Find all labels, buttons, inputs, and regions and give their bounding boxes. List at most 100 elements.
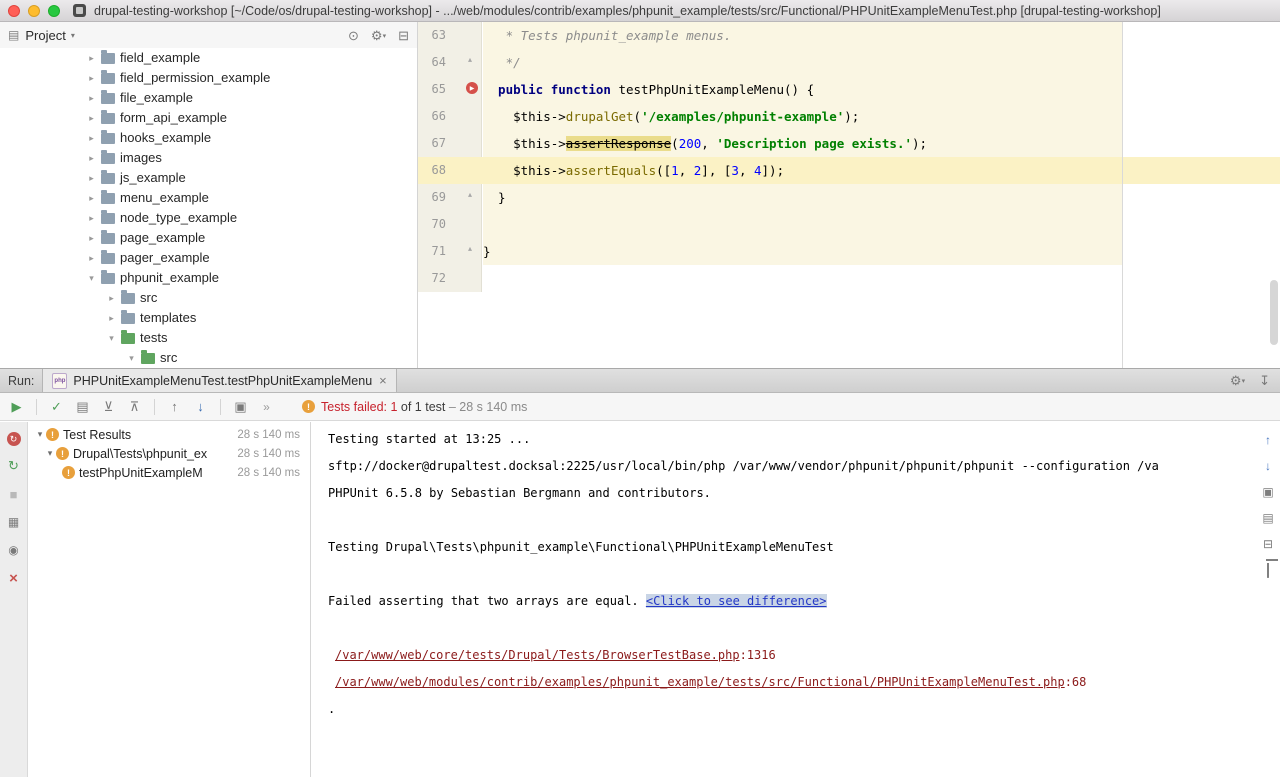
chevron-right-icon[interactable]: ▸: [86, 188, 97, 208]
fold-marker-icon[interactable]: ▴: [468, 190, 472, 199]
stack-trace-link-browsertestbase[interactable]: /var/www/web/core/tests/Drupal/Tests/Bro…: [335, 648, 740, 662]
code-line-64[interactable]: */: [483, 49, 1268, 76]
tree-item-menu-example[interactable]: ▸menu_example: [0, 188, 417, 208]
settings-gear-icon[interactable]: ⚙▾: [1230, 374, 1245, 387]
clear-console-icon[interactable]: [1259, 562, 1277, 578]
code-line-71[interactable]: }: [483, 238, 1268, 265]
chevron-right-icon[interactable]: ▸: [106, 288, 117, 308]
code-line-68[interactable]: $this->assertEquals([1, 2], [3, 4]);: [483, 157, 1268, 184]
line-number[interactable]: 70: [418, 211, 446, 238]
close-tab-icon[interactable]: ×: [379, 373, 387, 388]
line-number[interactable]: 71: [418, 238, 446, 265]
tree-item-js-example[interactable]: ▸js_example: [0, 168, 417, 188]
line-number[interactable]: 66: [418, 103, 446, 130]
chevron-right-icon[interactable]: ▸: [86, 128, 97, 148]
chevron-right-icon[interactable]: ▸: [86, 48, 97, 68]
code-area[interactable]: * Tests phpunit_example menus. */ public…: [483, 22, 1268, 292]
fold-marker-icon[interactable]: ▴: [468, 244, 472, 253]
show-ignored-icon[interactable]: ▤: [74, 400, 91, 413]
code-line-70[interactable]: [483, 211, 1268, 238]
code-line-72[interactable]: [483, 265, 1268, 292]
tree-item-images[interactable]: ▸images: [0, 148, 417, 168]
rerun-failed-tests-icon[interactable]: ↻: [7, 432, 21, 446]
code-line-69[interactable]: }: [483, 184, 1268, 211]
stop-button[interactable]: ■: [6, 486, 22, 502]
line-number[interactable]: 64: [418, 49, 446, 76]
chevron-down-icon[interactable]: ▾: [106, 328, 117, 348]
minimize-window-button[interactable]: [28, 5, 40, 17]
line-number[interactable]: 72: [418, 265, 446, 292]
chevron-down-icon[interactable]: ▾: [126, 348, 137, 368]
code-line-63[interactable]: * Tests phpunit_example menus.: [483, 22, 1268, 49]
chevron-right-icon[interactable]: ▸: [86, 168, 97, 188]
rerun-tests-button[interactable]: ▶: [8, 400, 25, 413]
locate-file-icon[interactable]: ⊙: [348, 29, 359, 42]
fold-marker-icon[interactable]: ▴: [468, 55, 472, 64]
editor-scrollbar[interactable]: [1270, 280, 1278, 345]
chevron-down-icon[interactable]: ▾: [86, 268, 97, 288]
test-history-icon[interactable]: ▣: [232, 400, 249, 413]
soft-wrap-icon[interactable]: ▤: [1259, 510, 1277, 526]
restore-layout-icon[interactable]: ▦: [6, 514, 22, 530]
tree-item-src[interactable]: ▸src: [0, 288, 417, 308]
tree-item-node-type-example[interactable]: ▸node_type_example: [0, 208, 417, 228]
collapse-all-icon[interactable]: ⊼: [126, 400, 143, 413]
next-failed-test-icon[interactable]: ↓: [192, 400, 209, 413]
test-class-row[interactable]: ▾ ! Drupal\Tests\phpunit_ex 28 s 140 ms: [28, 444, 310, 463]
chevron-right-icon[interactable]: ▸: [86, 208, 97, 228]
scroll-down-icon[interactable]: ↓: [1259, 458, 1277, 474]
stack-trace-link-menutest[interactable]: /var/www/web/modules/contrib/examples/ph…: [335, 675, 1065, 689]
tree-item-field-example[interactable]: ▸field_example: [0, 48, 417, 68]
see-difference-link[interactable]: <Click to see difference>: [646, 594, 827, 608]
tree-item-field-permission-example[interactable]: ▸field_permission_example: [0, 68, 417, 88]
project-view-title[interactable]: Project: [25, 28, 65, 43]
tree-item-hooks-example[interactable]: ▸hooks_example: [0, 128, 417, 148]
chevron-right-icon[interactable]: ▸: [86, 108, 97, 128]
tree-item-form-api-example[interactable]: ▸form_api_example: [0, 108, 417, 128]
chevron-right-icon[interactable]: ▸: [86, 68, 97, 88]
console-output[interactable]: Testing started at 13:25 ... sftp://dock…: [312, 422, 1280, 777]
export-results-icon[interactable]: ▣: [1259, 484, 1277, 500]
test-results-root-row[interactable]: ▾ ! Test Results 28 s 140 ms: [28, 425, 310, 444]
tree-item-page-example[interactable]: ▸page_example: [0, 228, 417, 248]
expand-all-icon[interactable]: ⊻: [100, 400, 117, 413]
tree-item-tests[interactable]: ▾tests: [0, 328, 417, 348]
code-editor[interactable]: 63 64 65 66 67 68 69 70 71 72 ▴ ▶ ▴ ▴ * …: [418, 22, 1280, 368]
close-window-button[interactable]: [8, 5, 20, 17]
code-line-65[interactable]: public function testPhpUnitExampleMenu()…: [483, 76, 1268, 103]
chevron-right-icon[interactable]: ▸: [86, 88, 97, 108]
failed-test-gutter-icon[interactable]: ▶: [466, 82, 478, 94]
chevron-right-icon[interactable]: ▸: [86, 228, 97, 248]
tree-item-phpunit-example[interactable]: ▾phpunit_example: [0, 268, 417, 288]
zoom-window-button[interactable]: [48, 5, 60, 17]
tree-item-templates[interactable]: ▸templates: [0, 308, 417, 328]
chevron-right-icon[interactable]: ▸: [86, 148, 97, 168]
chevron-right-icon[interactable]: ▸: [86, 248, 97, 268]
scroll-up-icon[interactable]: ↑: [1259, 432, 1277, 448]
chevron-down-icon[interactable]: ▾: [34, 429, 46, 440]
chevron-right-icon[interactable]: ▸: [106, 308, 117, 328]
hide-panel-icon[interactable]: ⊟: [398, 29, 409, 42]
code-line-67[interactable]: $this->assertResponse(200, 'Description …: [483, 130, 1268, 157]
line-number[interactable]: 63: [418, 22, 446, 49]
previous-failed-test-icon[interactable]: ↑: [166, 400, 183, 413]
scroll-to-end-icon[interactable]: ⊟: [1259, 536, 1277, 552]
dock-panel-icon[interactable]: ↧: [1259, 374, 1270, 387]
settings-gear-icon[interactable]: ⚙▾: [371, 29, 386, 42]
close-panel-icon[interactable]: ×: [6, 570, 22, 586]
line-number[interactable]: 67: [418, 130, 446, 157]
chevron-down-icon[interactable]: ▾: [44, 448, 56, 459]
tree-item-tests-src[interactable]: ▾src: [0, 348, 417, 368]
pin-tab-icon[interactable]: ◉: [6, 542, 22, 558]
code-line-66[interactable]: $this->drupalGet('/examples/phpunit-exam…: [483, 103, 1268, 130]
test-method-row[interactable]: ! testPhpUnitExampleM 28 s 140 ms: [28, 463, 310, 482]
toggle-auto-test-icon[interactable]: ↻: [6, 458, 22, 474]
line-number[interactable]: 68: [418, 157, 446, 184]
tree-item-pager-example[interactable]: ▸pager_example: [0, 248, 417, 268]
line-number[interactable]: 69: [418, 184, 446, 211]
toolbar-overflow-icon[interactable]: »: [258, 401, 275, 413]
tree-item-file-example[interactable]: ▸file_example: [0, 88, 417, 108]
line-number[interactable]: 65: [418, 76, 446, 103]
run-tab[interactable]: php PHPUnitExampleMenuTest.testPhpUnitEx…: [42, 369, 396, 392]
show-passed-icon[interactable]: ✓: [48, 400, 65, 413]
